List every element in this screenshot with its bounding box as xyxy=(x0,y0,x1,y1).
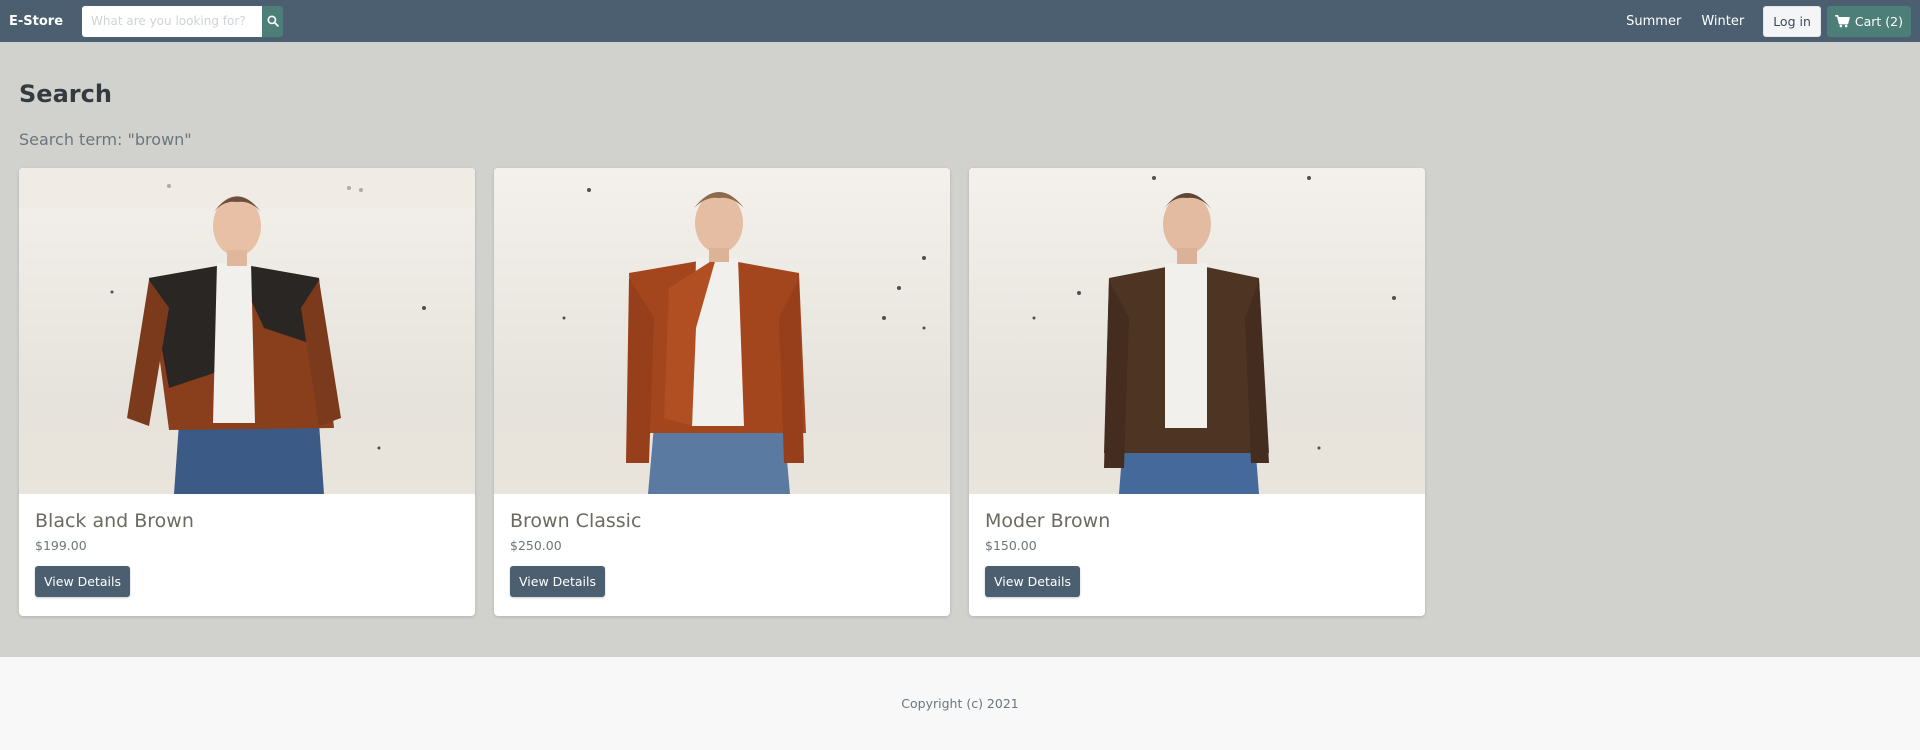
product-title[interactable]: Brown Classic xyxy=(510,510,934,532)
product-card: Moder Brown $150.00 View Details xyxy=(969,168,1425,616)
product-image[interactable] xyxy=(19,168,475,494)
nav-link-winter[interactable]: Winter xyxy=(1701,14,1744,29)
jacket-photo xyxy=(562,188,926,494)
footer: Copyright (c) 2021 xyxy=(0,657,1920,750)
jacket-photo xyxy=(1032,176,1396,494)
copyright-text: Copyright (c) 2021 xyxy=(901,696,1019,711)
login-button[interactable]: Log in xyxy=(1763,5,1821,37)
product-price: $199.00 xyxy=(35,538,87,553)
product-card: Black and Brown $199.00 View Details xyxy=(19,168,475,616)
product-price: $150.00 xyxy=(985,538,1037,553)
main-content: Search Search term: "brown" Black and Br… xyxy=(0,42,1920,657)
nav-right: Summer Winter Log in Cart (2) xyxy=(1616,0,1911,42)
search-input[interactable] xyxy=(82,5,263,37)
cart-icon xyxy=(1835,14,1850,27)
product-grid: Black and Brown $199.00 View Details Bro… xyxy=(19,168,1901,616)
cart-button[interactable]: Cart (2) xyxy=(1826,5,1911,37)
card-body: Brown Classic $250.00 View Details xyxy=(494,494,950,597)
cart-label: Cart (2) xyxy=(1854,13,1903,29)
product-image[interactable] xyxy=(969,168,1425,494)
product-image[interactable] xyxy=(494,168,950,494)
card-body: Black and Brown $199.00 View Details xyxy=(19,494,475,597)
product-card: Brown Classic $250.00 View Details xyxy=(494,168,950,616)
search-button[interactable] xyxy=(262,5,284,37)
search-term: Search term: "brown" xyxy=(19,130,192,149)
brand-link[interactable]: E-Store xyxy=(9,14,63,29)
view-details-button[interactable]: View Details xyxy=(985,566,1080,597)
nav-link-summer[interactable]: Summer xyxy=(1626,14,1681,29)
product-price: $250.00 xyxy=(510,538,562,553)
jacket-photo xyxy=(19,168,475,494)
search-form xyxy=(82,5,284,37)
card-body: Moder Brown $150.00 View Details xyxy=(969,494,1425,597)
product-title[interactable]: Moder Brown xyxy=(985,510,1409,532)
page-title: Search xyxy=(19,80,112,108)
search-icon xyxy=(266,15,279,27)
product-title[interactable]: Black and Brown xyxy=(35,510,459,532)
navbar: E-Store Summer Winter Log in Cart (2) xyxy=(0,0,1920,42)
view-details-button[interactable]: View Details xyxy=(35,566,130,597)
view-details-button[interactable]: View Details xyxy=(510,566,605,597)
